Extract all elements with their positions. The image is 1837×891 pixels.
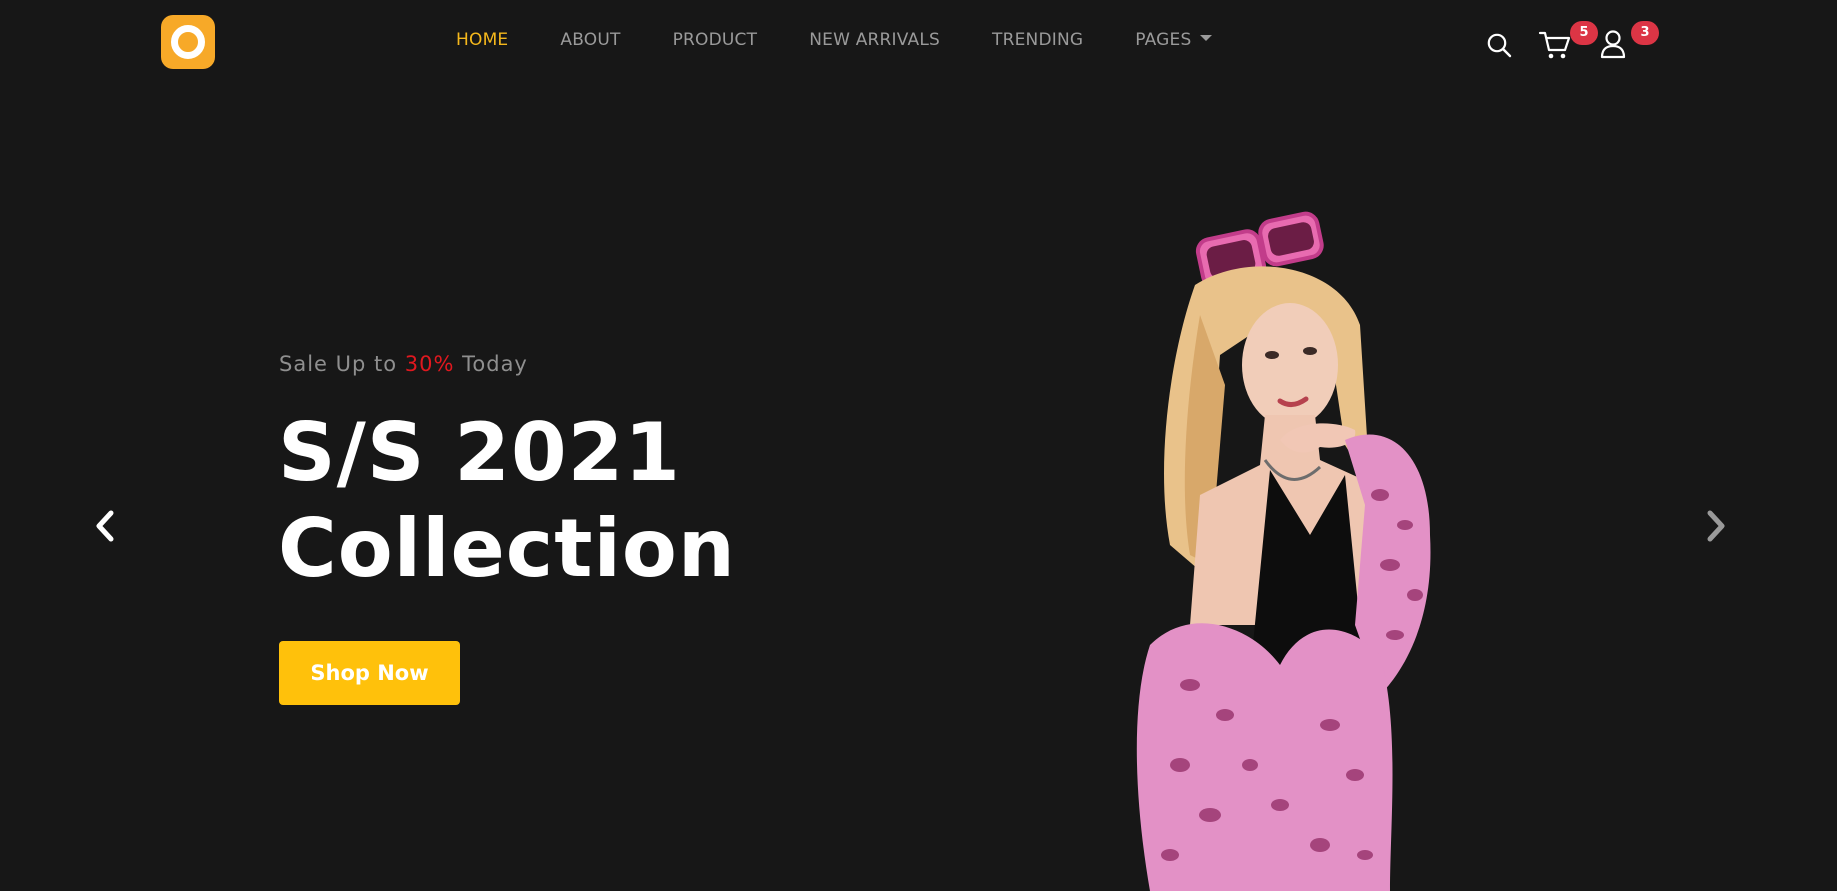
hero-title-line-2: Collection [278, 502, 736, 595]
nav-pages-label: PAGES [1135, 30, 1192, 50]
navbar: HOME ABOUT PRODUCT NEW ARRIVALS TRENDING… [0, 0, 1837, 84]
chevron-left-icon[interactable] [91, 508, 121, 544]
hero-model-image [1136, 211, 1431, 891]
caret-down-icon [1200, 35, 1213, 41]
nav-trending[interactable]: TRENDING [992, 30, 1083, 50]
user-count-badge: 3 [1631, 21, 1659, 45]
hero-subtitle-suffix: Today [454, 352, 528, 376]
cart-count-badge: 5 [1570, 21, 1598, 45]
nav-product[interactable]: PRODUCT [673, 30, 758, 50]
search-icon[interactable] [1486, 32, 1512, 58]
header-actions: 5 3 [1486, 21, 1666, 68]
hero-subtitle-prefix: Sale Up to [279, 352, 405, 376]
discount-percent: 30% [404, 352, 455, 376]
cart-icon[interactable] [1538, 29, 1572, 61]
nav-about[interactable]: ABOUT [560, 30, 620, 50]
hero-subtitle: Sale Up to 30% Today [279, 352, 528, 376]
chevron-right-icon[interactable] [1700, 508, 1730, 544]
main-nav: HOME ABOUT PRODUCT NEW ARRIVALS TRENDING… [456, 30, 1213, 50]
logo-ring-icon [171, 25, 205, 59]
user-icon[interactable] [1599, 29, 1627, 59]
nav-home[interactable]: HOME [456, 30, 508, 50]
hero-title-line-1: S/S 2021 [278, 406, 681, 499]
page: HOME ABOUT PRODUCT NEW ARRIVALS TRENDING… [0, 0, 1837, 891]
nav-new-arrivals[interactable]: NEW ARRIVALS [809, 30, 940, 50]
shop-now-button[interactable]: Shop Now [279, 641, 460, 705]
nav-pages-dropdown[interactable]: PAGES [1135, 30, 1213, 50]
logo[interactable] [161, 15, 215, 69]
hero-title: S/S 2021 Collection [278, 405, 736, 597]
